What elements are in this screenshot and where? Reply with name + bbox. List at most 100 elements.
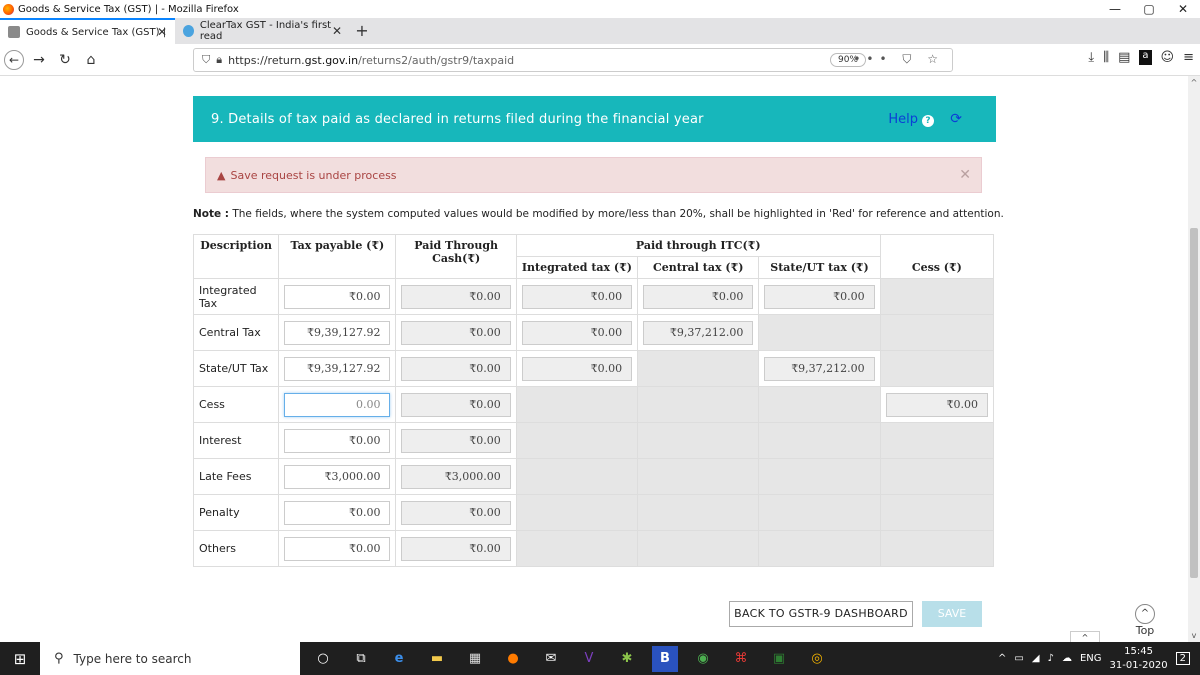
library-icon[interactable]: ⫼: [1103, 50, 1109, 65]
cash-field: ₹0.00: [401, 356, 511, 381]
tax-payable-input[interactable]: ₹9,39,127.92: [284, 356, 391, 381]
sidebar-icon[interactable]: ▤: [1118, 50, 1130, 65]
close-icon[interactable]: ✕: [332, 24, 342, 38]
table-row: Penalty ₹0.00 ₹0.00: [192, 494, 995, 531]
task-view-icon[interactable]: ⧉: [348, 646, 374, 672]
tax-payable-input[interactable]: ₹0.00: [284, 284, 391, 309]
home-icon[interactable]: ⌂: [80, 52, 102, 68]
app-icon[interactable]: ✱: [614, 646, 640, 672]
header-cess: Cess (₹): [879, 234, 995, 279]
chrome-icon[interactable]: ◎: [804, 646, 830, 672]
close-window-button[interactable]: ✕: [1166, 0, 1200, 18]
warning-icon: ▲: [217, 168, 226, 182]
cell-cash: ₹0.00: [395, 530, 517, 567]
cgst-field: ₹9,37,212.00: [643, 320, 754, 345]
tax-payable-input[interactable]: ₹0.00: [284, 536, 391, 561]
disabled-cell: [515, 386, 639, 423]
tray-chevron-icon[interactable]: ^: [998, 653, 1006, 664]
disabled-cell: [758, 314, 881, 351]
windows-start-icon[interactable]: ⊞: [0, 650, 40, 668]
cell-cash: ₹0.00: [395, 278, 517, 315]
clock-date: 31-01-2020: [1109, 659, 1168, 671]
refresh-icon[interactable]: ⟳: [950, 111, 962, 127]
onedrive-icon[interactable]: ☁: [1062, 653, 1072, 664]
volume-icon[interactable]: ♪: [1048, 653, 1054, 664]
store-icon[interactable]: ▦: [462, 646, 488, 672]
back-arrow-icon[interactable]: ←: [4, 49, 24, 70]
tax-payable-input[interactable]: ₹0.00: [284, 500, 391, 525]
pdf-icon[interactable]: ⌘: [728, 646, 754, 672]
vlc-icon[interactable]: V: [576, 646, 602, 672]
tab-cleartax[interactable]: ClearTax GST - India's first read ✕: [175, 18, 350, 44]
taskbar-search[interactable]: ⚲ Type here to search: [40, 642, 300, 675]
url-bar[interactable]: ⛉ 🔒︎ https://return. gst.gov.in/returns2/…: [193, 48, 953, 72]
network-icon[interactable]: ◢: [1032, 653, 1040, 664]
battery-icon[interactable]: ▭: [1014, 653, 1023, 664]
page-actions-menu-icon[interactable]: •••: [853, 52, 892, 66]
back-to-dashboard-button[interactable]: BACK TO GSTR-9 DASHBOARD: [729, 601, 913, 627]
cash-field: ₹0.00: [401, 500, 511, 525]
disabled-cell: [879, 494, 995, 531]
cell-payable: ₹0.00: [278, 530, 397, 567]
menu-icon[interactable]: ≡: [1183, 50, 1194, 65]
tax-payable-input[interactable]: ₹9,39,127.92: [284, 320, 391, 345]
page-actions[interactable]: ••• ⛉ ☆: [853, 52, 944, 67]
page-content: 9. Details of tax paid as declared in re…: [0, 76, 1188, 642]
cell-payable: ₹0.00: [278, 422, 397, 459]
tab-gst[interactable]: Goods & Service Tax (GST) | ✕: [0, 18, 175, 44]
scroll-top-button[interactable]: ^ Top: [1128, 604, 1162, 637]
igst-field: ₹0.00: [521, 356, 633, 381]
tax-payable-input[interactable]: 0.00: [284, 392, 391, 417]
scroll-down-icon[interactable]: v: [1188, 631, 1200, 640]
chevron-up-icon[interactable]: ^: [1070, 631, 1100, 642]
file-explorer-icon[interactable]: ▬: [424, 646, 450, 672]
cell-cash: ₹0.00: [395, 494, 517, 531]
windows-taskbar: ⊞ ⚲ Type here to search ○ ⧉ e ▬ ▦ ● ✉ V …: [0, 642, 1200, 675]
page-scrollbar[interactable]: ^ v: [1188, 76, 1200, 642]
disabled-cell: [637, 530, 760, 567]
help-label: Help: [888, 111, 918, 127]
taskbar-apps: ○ ⧉ e ▬ ▦ ● ✉ V ✱ B ◉ ⌘ ▣ ◎: [310, 645, 830, 672]
table-row: State/UT Tax ₹9,39,127.92 ₹0.00 ₹0.00 ₹9,37,…: [192, 350, 995, 387]
tax-payable-input[interactable]: ₹3,000.00: [284, 464, 391, 489]
help-link[interactable]: Help?: [888, 112, 934, 127]
igst-field: ₹0.00: [521, 320, 633, 345]
reload-icon[interactable]: ↻: [54, 52, 76, 68]
language-indicator[interactable]: ENG: [1080, 653, 1102, 664]
scrollbar-thumb[interactable]: [1190, 228, 1198, 578]
cell-cash: ₹0.00: [395, 350, 517, 387]
firefox-icon[interactable]: ●: [500, 646, 526, 672]
bold-b-icon[interactable]: B: [652, 645, 678, 672]
notification-icon[interactable]: 2: [1175, 652, 1190, 665]
navigation-bar: ← → ↻ ⌂ ⛉ 🔒︎ https://return. gst.gov.in/r…: [0, 44, 1200, 76]
clock[interactable]: 15:45 31-01-2020: [1110, 645, 1168, 673]
cell-igst: ₹0.00: [515, 350, 639, 387]
excel-icon[interactable]: ▣: [766, 646, 792, 672]
disabled-cell: [879, 350, 995, 387]
cell-cash: ₹0.00: [395, 386, 517, 423]
cortana-icon[interactable]: ○: [310, 646, 336, 672]
tax-payable-input[interactable]: ₹0.00: [284, 428, 391, 453]
download-icon[interactable]: ⤓: [1088, 50, 1094, 65]
close-alert-icon[interactable]: ✕: [959, 167, 971, 183]
minimize-button[interactable]: —: [1098, 0, 1132, 18]
disabled-cell: [758, 458, 881, 495]
note-body: The fields, where the system computed va…: [229, 208, 1004, 220]
bookmark-star-icon[interactable]: ☆: [927, 52, 944, 66]
mail-icon[interactable]: ✉: [538, 646, 564, 672]
scroll-up-icon[interactable]: ^: [1188, 78, 1200, 87]
chevron-up-icon: ^: [1135, 604, 1155, 624]
maximize-button[interactable]: ▢: [1132, 0, 1166, 18]
row-description: State/UT Tax: [192, 350, 280, 387]
save-button[interactable]: SAVE: [922, 601, 982, 627]
pocket-icon[interactable]: ⛉: [902, 52, 917, 66]
row-description: Integrated Tax: [192, 278, 280, 315]
forward-arrow-icon[interactable]: →: [28, 52, 50, 68]
account-icon[interactable]: ☺: [1161, 50, 1175, 65]
edge-icon[interactable]: e: [386, 646, 412, 672]
globe-icon[interactable]: ◉: [690, 646, 716, 672]
close-icon[interactable]: ✕: [157, 25, 167, 39]
new-tab-button[interactable]: +: [350, 18, 374, 44]
amazon-extension-icon[interactable]: a: [1139, 50, 1152, 65]
cleartax-icon: [183, 25, 194, 37]
